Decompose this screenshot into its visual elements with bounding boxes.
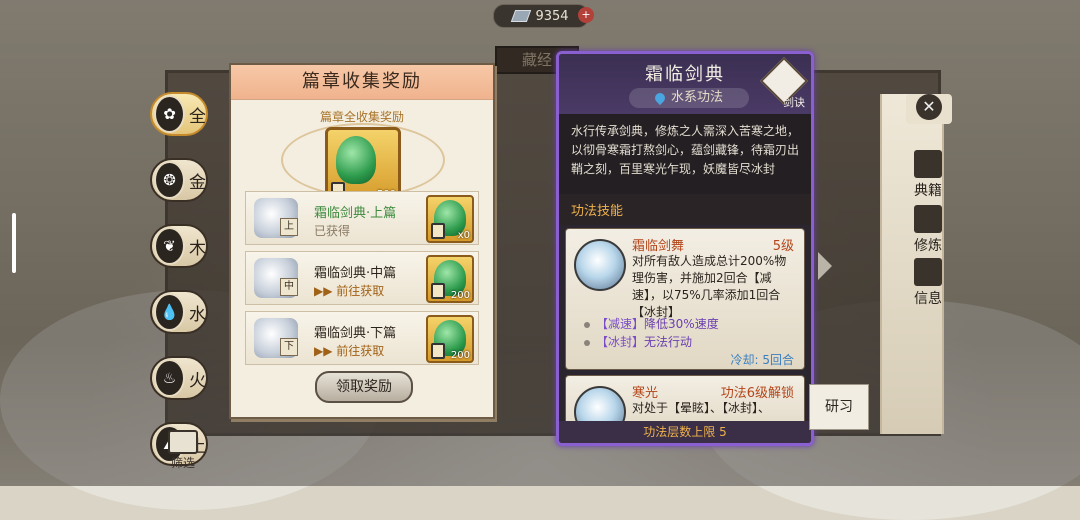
bound-lock-icon [431, 283, 445, 299]
chapter-reward-item[interactable]: 200 [426, 255, 474, 303]
next-arrow-icon[interactable] [818, 252, 832, 280]
bound-lock-icon [431, 343, 445, 359]
element-filter-list: ✿ 全 ❂ 金 ❦ 木 💧 水 ♨ 火 ⛰ 土 [150, 92, 212, 488]
chapter-reward-item[interactable]: 200 [426, 315, 474, 363]
filter-label: 全 [189, 106, 206, 127]
bound-lock-icon [431, 223, 445, 239]
edge-handle[interactable] [12, 213, 16, 273]
bullet-icon [584, 339, 590, 346]
wood-icon: ❦ [154, 227, 185, 265]
skill-card[interactable]: 霜临剑舞 5级 对所有敌人造成总计200%物理伤害，并施加2回合【减速】，以75… [565, 228, 805, 370]
gem-icon [511, 10, 532, 22]
chapter-tag: 下 [280, 338, 298, 356]
all-icon: ✿ [154, 95, 185, 133]
buff-tag: 【冰封】 [596, 335, 645, 349]
skill-name: 寒光 [632, 386, 659, 401]
chapter-status: 已获得 [314, 224, 351, 238]
book-icon [914, 150, 942, 178]
claim-reward-button[interactable]: 领取奖励 [315, 371, 413, 403]
chapter-reward-item[interactable]: x0 [426, 195, 474, 243]
close-button[interactable]: ✕ [906, 94, 952, 124]
info-icon [914, 258, 942, 286]
chapter-row[interactable]: 下 霜临剑典·下篇 ▶▶ 前往获取 200 [245, 311, 479, 365]
bullet-icon [584, 321, 590, 328]
buff-line: 【减速】降低30%速度 [584, 315, 719, 332]
skill-effect: 对所有敌人造成总计200%物理伤害，并施加2回合【减速】，以75%几率添加1回合… [632, 254, 787, 319]
side-tab-info[interactable]: 信息 [906, 258, 950, 308]
filter-wood[interactable]: ❦ 木 [150, 224, 208, 268]
filter-label: 火 [189, 370, 206, 391]
fire-icon: ♨ [154, 359, 185, 397]
item-count: x0 [457, 230, 470, 241]
filter-label: 木 [189, 238, 206, 259]
layer-limit: 功法层数上限 5 [559, 421, 811, 443]
skill-type: 水系功法 [629, 88, 749, 108]
filter-all[interactable]: ✿ 全 [150, 92, 208, 136]
sword-badge-label: 剑诀 [783, 96, 805, 109]
filter-box-icon [168, 430, 198, 454]
goto-obtain-label: 前往获取 [336, 284, 385, 298]
goto-obtain-link[interactable]: ▶▶ 前往获取 [314, 342, 384, 359]
buff-line: 【冰封】无法行动 [584, 333, 692, 350]
add-currency-button[interactable]: + [578, 7, 594, 23]
filter-fire[interactable]: ♨ 火 [150, 356, 208, 400]
chapter-name: 霜临剑典·下篇 [314, 326, 397, 341]
filter-label: 水 [189, 304, 206, 325]
unlock-requirement: 功法6级解锁 [720, 386, 794, 401]
chapter-tag: 上 [280, 218, 298, 236]
skill-description: 水行传承剑典，修炼之人需深入苦寒之地，以彻骨寒霜打熬剑心，蕴剑藏锋，待霜刃出鞘之… [559, 114, 811, 194]
side-tab-label: 信息 [914, 291, 942, 307]
buff-desc: 无法行动 [644, 335, 693, 349]
filter-label: 金 [189, 172, 206, 193]
item-count: 200 [450, 290, 470, 301]
currency-value: 9354 [535, 8, 569, 24]
chapter-tag: 中 [280, 278, 298, 296]
metal-icon: ❂ [154, 161, 185, 199]
filter-metal[interactable]: ❂ 金 [150, 158, 208, 202]
chapter-row[interactable]: 上 霜临剑典·上篇 已获得 x0 [245, 191, 479, 245]
goto-obtain-link[interactable]: ▶▶ 前往获取 [314, 282, 384, 299]
water-icon: 💧 [154, 293, 185, 331]
buff-tag: 【减速】 [596, 317, 645, 331]
skill-header: 霜临剑典 水系功法 剑诀 [559, 54, 811, 114]
goto-obtain-label: 前往获取 [336, 344, 385, 358]
chapter-name: 霜临剑典·中篇 [314, 266, 397, 281]
skill-type-label: 水系功法 [670, 90, 723, 105]
side-tab-cultivate[interactable]: 修炼 [906, 205, 950, 255]
skill-detail-panel: 霜临剑典 水系功法 剑诀 水行传承剑典，修炼之人需深入苦寒之地，以彻骨寒霜打熬剑… [556, 51, 814, 446]
filter-button-label: 筛选 [170, 456, 195, 470]
side-tab-label: 典籍 [914, 183, 942, 199]
item-count: 200 [450, 350, 470, 361]
skill-level: 5级 [772, 239, 794, 254]
panel-title: 篇章收集奖励 [231, 65, 493, 100]
chapter-row[interactable]: 中 霜临剑典·中篇 ▶▶ 前往获取 200 [245, 251, 479, 305]
collection-reward-panel: 篇章收集奖励 篇章全收集奖励 500 上 霜临剑典·上篇 已获得 x0 中 霜临… [229, 63, 495, 419]
skill-effect: 对处于【晕眩】、【冰封】、 [632, 401, 771, 415]
filter-water[interactable]: 💧 水 [150, 290, 208, 334]
study-button[interactable]: 研习 [809, 384, 869, 430]
side-tab-label: 修炼 [914, 238, 942, 254]
buff-desc: 降低30%速度 [644, 317, 719, 331]
water-drop-icon [652, 90, 668, 105]
meditate-icon [914, 205, 942, 233]
cooldown: 冷却: 5回合 [730, 353, 795, 367]
filter-button[interactable]: 筛选 [166, 430, 200, 470]
chapter-name: 霜临剑典·上篇 [314, 206, 397, 221]
skill-name: 霜临剑舞 [632, 239, 685, 254]
frost-sword-icon [574, 239, 626, 291]
currency-display: 9354 + [493, 4, 594, 28]
side-tab-books[interactable]: 典籍 [906, 150, 950, 200]
jade-icon [336, 136, 376, 184]
section-title: 功法技能 [559, 194, 811, 225]
close-icon: ✕ [916, 94, 942, 120]
